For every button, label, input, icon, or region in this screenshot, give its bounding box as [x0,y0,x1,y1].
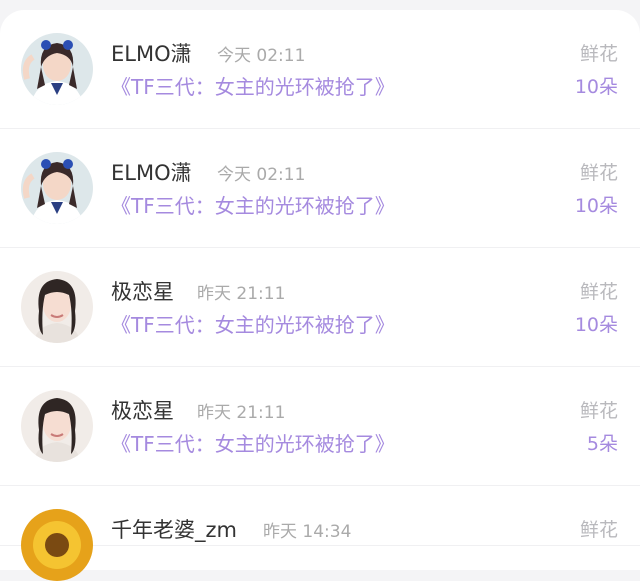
book-title[interactable]: 《TF三代：女主的光环被抢了》 [111,430,395,458]
book-title[interactable]: 《TF三代：女主的光环被抢了》 [111,192,395,220]
gift-type: 鲜花 [579,400,618,422]
gift-count: 10朵 [574,76,618,98]
list-item[interactable]: ELMO潇 今天 02:11 《TF三代：女主的光环被抢了》 鲜花 10朵 [0,10,640,129]
gift-count: 10朵 [574,195,618,217]
user-name[interactable]: 极恋星 [111,278,174,306]
gift-time: 昨天 21:11 [197,403,286,423]
girl-portrait-avatar-icon [21,271,93,343]
book-title[interactable]: 《TF三代：女主的光环被抢了》 [111,311,395,339]
user-name[interactable]: ELMO潇 [111,159,192,187]
gift-type: 鲜花 [579,162,618,184]
user-name[interactable]: 极恋星 [111,397,174,425]
list-item[interactable]: ELMO潇 今天 02:11 《TF三代：女主的光环被抢了》 鲜花 10朵 [0,129,640,248]
list-item[interactable]: 千年老婆_zm 昨天 14:34 鲜花 [0,486,640,581]
avatar[interactable] [21,509,93,581]
gift-count: 10朵 [574,314,618,336]
gift-time: 昨天 14:34 [263,522,352,542]
gift-list: ELMO潇 今天 02:11 《TF三代：女主的光环被抢了》 鲜花 10朵 EL… [0,10,640,581]
user-name[interactable]: 千年老婆_zm [111,516,237,544]
gift-time: 今天 02:11 [217,165,306,185]
gift-time: 今天 02:11 [217,46,306,66]
user-name[interactable]: ELMO潇 [111,40,192,68]
gift-type: 鲜花 [579,43,618,65]
gift-type: 鲜花 [579,281,618,303]
girl-school-uniform-avatar-icon [21,152,93,224]
avatar[interactable] [21,152,93,224]
girl-school-uniform-avatar-icon [21,33,93,105]
avatar[interactable] [21,390,93,462]
gift-record-sheet: ELMO潇 今天 02:11 《TF三代：女主的光环被抢了》 鲜花 10朵 EL… [0,10,640,581]
list-item[interactable]: 极恋星 昨天 21:11 《TF三代：女主的光环被抢了》 鲜花 5朵 [0,367,640,486]
gift-count: 5朵 [586,433,618,455]
sunflower-avatar-icon [21,509,93,581]
book-title[interactable]: 《TF三代：女主的光环被抢了》 [111,73,395,101]
avatar[interactable] [21,271,93,343]
gift-type: 鲜花 [579,519,618,541]
list-item[interactable]: 极恋星 昨天 21:11 《TF三代：女主的光环被抢了》 鲜花 10朵 [0,248,640,367]
avatar[interactable] [21,33,93,105]
gift-time: 昨天 21:11 [197,284,286,304]
girl-portrait-avatar-icon [21,390,93,462]
